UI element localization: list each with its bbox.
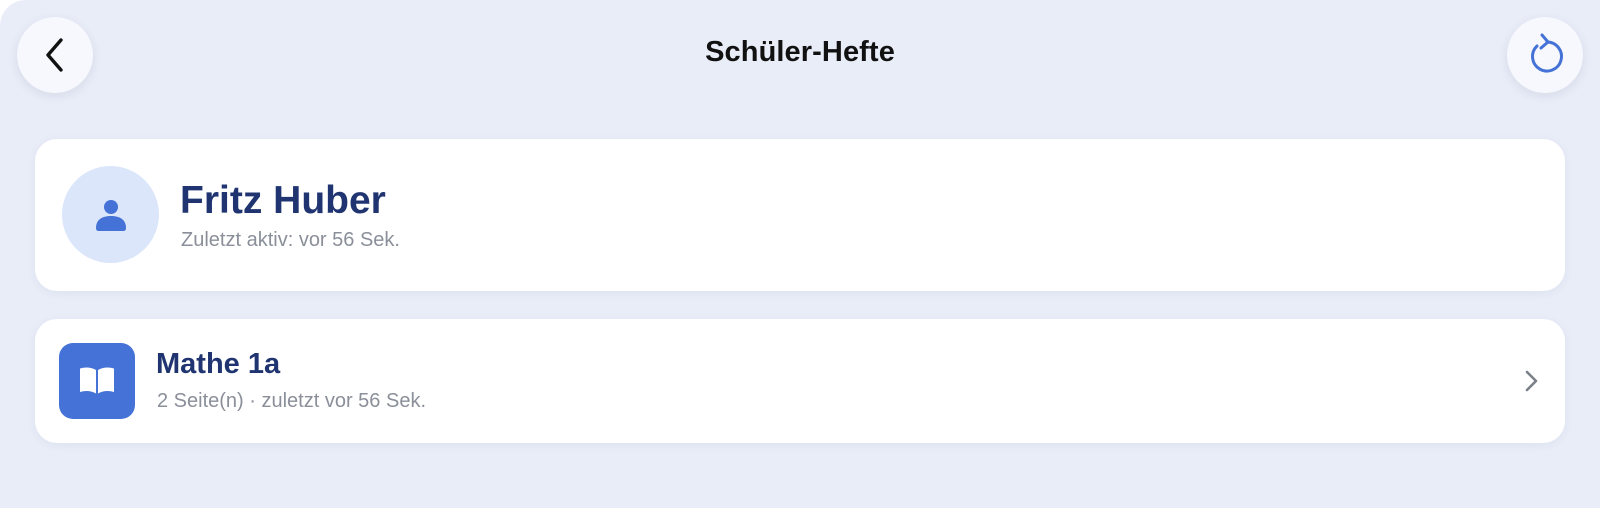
last-active-text: Zuletzt aktiv: vor 56 Sek. xyxy=(181,229,400,251)
student-name: Fritz Huber xyxy=(180,179,386,222)
notebook-meta: 2 Seite(n) · zuletzt vor 56 Sek. xyxy=(157,390,427,412)
avatar xyxy=(62,166,159,263)
person-icon xyxy=(95,199,126,231)
refresh-button[interactable] xyxy=(1507,17,1583,93)
chevron-right-icon xyxy=(1525,370,1538,392)
notebook-list-item[interactable]: Mathe 1a 2 Seite(n) · zuletzt vor 56 Sek… xyxy=(35,319,1565,443)
refresh-icon xyxy=(1531,33,1563,73)
notebook-tile xyxy=(59,343,135,419)
app-screen: Schüler-Hefte Fritz Huber Zuletzt aktiv:… xyxy=(0,0,1600,508)
book-open-icon xyxy=(80,367,114,394)
page-title: Schüler-Hefte xyxy=(705,36,895,68)
notebook-title: Mathe 1a xyxy=(156,348,281,380)
student-card: Fritz Huber Zuletzt aktiv: vor 56 Sek. xyxy=(35,139,1565,291)
